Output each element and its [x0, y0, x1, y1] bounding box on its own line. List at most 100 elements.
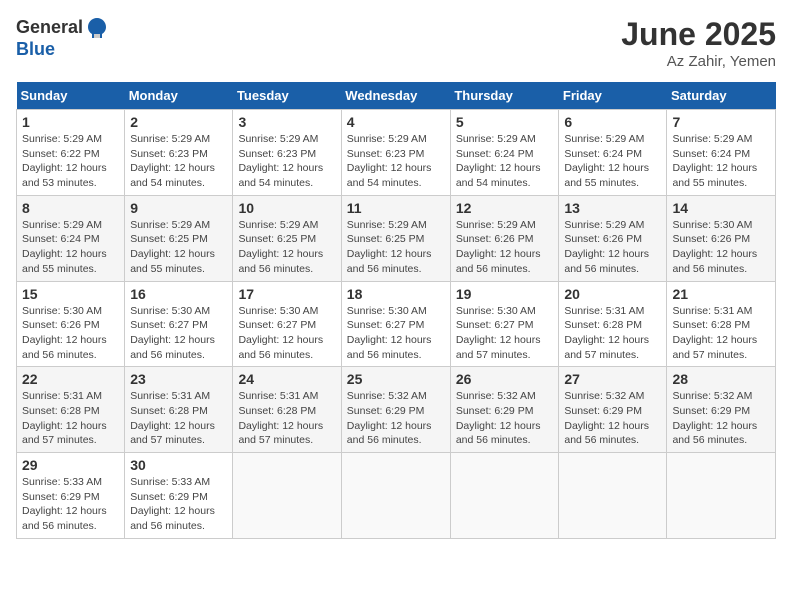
day-info: Sunrise: 5:29 AMSunset: 6:24 PMDaylight:…	[456, 133, 541, 189]
day-info: Sunrise: 5:29 AMSunset: 6:23 PMDaylight:…	[130, 133, 215, 189]
calendar-table: Sunday Monday Tuesday Wednesday Thursday…	[16, 82, 776, 539]
day-info: Sunrise: 5:29 AMSunset: 6:25 PMDaylight:…	[347, 219, 432, 275]
day-info: Sunrise: 5:32 AMSunset: 6:29 PMDaylight:…	[672, 390, 757, 446]
logo-general: General	[16, 18, 83, 38]
day-number: 15	[22, 286, 119, 302]
day-number: 29	[22, 457, 119, 473]
calendar-cell: 4 Sunrise: 5:29 AMSunset: 6:23 PMDayligh…	[341, 110, 450, 196]
calendar-cell: 6 Sunrise: 5:29 AMSunset: 6:24 PMDayligh…	[559, 110, 667, 196]
calendar-cell: 18 Sunrise: 5:30 AMSunset: 6:27 PMDaylig…	[341, 281, 450, 367]
day-number: 8	[22, 200, 119, 216]
calendar-cell: 9 Sunrise: 5:29 AMSunset: 6:25 PMDayligh…	[125, 195, 233, 281]
day-info: Sunrise: 5:31 AMSunset: 6:28 PMDaylight:…	[238, 390, 323, 446]
day-info: Sunrise: 5:32 AMSunset: 6:29 PMDaylight:…	[564, 390, 649, 446]
header-thursday: Thursday	[450, 82, 559, 110]
month-title: June 2025	[621, 16, 776, 53]
day-number: 16	[130, 286, 227, 302]
calendar-week-row: 29 Sunrise: 5:33 AMSunset: 6:29 PMDaylig…	[17, 453, 776, 539]
calendar-cell	[233, 453, 341, 539]
calendar-cell: 2 Sunrise: 5:29 AMSunset: 6:23 PMDayligh…	[125, 110, 233, 196]
page-header: General Blue June 2025 Az Zahir, Yemen	[16, 16, 776, 70]
logo-blue: Blue	[16, 39, 55, 59]
calendar-week-row: 8 Sunrise: 5:29 AMSunset: 6:24 PMDayligh…	[17, 195, 776, 281]
calendar-cell	[341, 453, 450, 539]
day-info: Sunrise: 5:31 AMSunset: 6:28 PMDaylight:…	[130, 390, 215, 446]
calendar-cell	[667, 453, 776, 539]
header-monday: Monday	[125, 82, 233, 110]
calendar-cell: 12 Sunrise: 5:29 AMSunset: 6:26 PMDaylig…	[450, 195, 559, 281]
calendar-cell: 13 Sunrise: 5:29 AMSunset: 6:26 PMDaylig…	[559, 195, 667, 281]
calendar-cell	[559, 453, 667, 539]
calendar-cell: 22 Sunrise: 5:31 AMSunset: 6:28 PMDaylig…	[17, 367, 125, 453]
calendar-cell: 30 Sunrise: 5:33 AMSunset: 6:29 PMDaylig…	[125, 453, 233, 539]
day-number: 1	[22, 114, 119, 130]
calendar-week-row: 15 Sunrise: 5:30 AMSunset: 6:26 PMDaylig…	[17, 281, 776, 367]
header-wednesday: Wednesday	[341, 82, 450, 110]
day-info: Sunrise: 5:31 AMSunset: 6:28 PMDaylight:…	[564, 305, 649, 361]
day-info: Sunrise: 5:29 AMSunset: 6:26 PMDaylight:…	[564, 219, 649, 275]
day-number: 6	[564, 114, 661, 130]
day-number: 18	[347, 286, 445, 302]
day-info: Sunrise: 5:29 AMSunset: 6:24 PMDaylight:…	[672, 133, 757, 189]
day-info: Sunrise: 5:29 AMSunset: 6:24 PMDaylight:…	[22, 219, 107, 275]
calendar-cell: 23 Sunrise: 5:31 AMSunset: 6:28 PMDaylig…	[125, 367, 233, 453]
day-number: 17	[238, 286, 335, 302]
day-number: 10	[238, 200, 335, 216]
logo-icon	[85, 16, 109, 40]
day-number: 5	[456, 114, 554, 130]
calendar-cell: 5 Sunrise: 5:29 AMSunset: 6:24 PMDayligh…	[450, 110, 559, 196]
day-info: Sunrise: 5:30 AMSunset: 6:27 PMDaylight:…	[456, 305, 541, 361]
calendar-cell: 1 Sunrise: 5:29 AMSunset: 6:22 PMDayligh…	[17, 110, 125, 196]
day-number: 25	[347, 371, 445, 387]
day-info: Sunrise: 5:29 AMSunset: 6:22 PMDaylight:…	[22, 133, 107, 189]
day-number: 19	[456, 286, 554, 302]
day-info: Sunrise: 5:32 AMSunset: 6:29 PMDaylight:…	[456, 390, 541, 446]
day-info: Sunrise: 5:32 AMSunset: 6:29 PMDaylight:…	[347, 390, 432, 446]
day-number: 7	[672, 114, 770, 130]
day-info: Sunrise: 5:33 AMSunset: 6:29 PMDaylight:…	[22, 476, 107, 532]
calendar-week-row: 22 Sunrise: 5:31 AMSunset: 6:28 PMDaylig…	[17, 367, 776, 453]
calendar-cell	[450, 453, 559, 539]
weekday-header-row: Sunday Monday Tuesday Wednesday Thursday…	[17, 82, 776, 110]
day-number: 27	[564, 371, 661, 387]
calendar-cell: 7 Sunrise: 5:29 AMSunset: 6:24 PMDayligh…	[667, 110, 776, 196]
day-info: Sunrise: 5:30 AMSunset: 6:27 PMDaylight:…	[347, 305, 432, 361]
title-area: June 2025 Az Zahir, Yemen	[621, 16, 776, 70]
day-info: Sunrise: 5:30 AMSunset: 6:27 PMDaylight:…	[130, 305, 215, 361]
calendar-cell: 16 Sunrise: 5:30 AMSunset: 6:27 PMDaylig…	[125, 281, 233, 367]
day-info: Sunrise: 5:31 AMSunset: 6:28 PMDaylight:…	[22, 390, 107, 446]
day-info: Sunrise: 5:29 AMSunset: 6:25 PMDaylight:…	[238, 219, 323, 275]
day-info: Sunrise: 5:29 AMSunset: 6:23 PMDaylight:…	[238, 133, 323, 189]
day-info: Sunrise: 5:29 AMSunset: 6:25 PMDaylight:…	[130, 219, 215, 275]
day-info: Sunrise: 5:29 AMSunset: 6:26 PMDaylight:…	[456, 219, 541, 275]
calendar-cell: 15 Sunrise: 5:30 AMSunset: 6:26 PMDaylig…	[17, 281, 125, 367]
calendar-cell: 11 Sunrise: 5:29 AMSunset: 6:25 PMDaylig…	[341, 195, 450, 281]
location-title: Az Zahir, Yemen	[621, 53, 776, 70]
day-number: 28	[672, 371, 770, 387]
day-number: 2	[130, 114, 227, 130]
day-number: 14	[672, 200, 770, 216]
day-number: 21	[672, 286, 770, 302]
day-number: 9	[130, 200, 227, 216]
calendar-cell: 28 Sunrise: 5:32 AMSunset: 6:29 PMDaylig…	[667, 367, 776, 453]
day-number: 3	[238, 114, 335, 130]
day-number: 4	[347, 114, 445, 130]
header-friday: Friday	[559, 82, 667, 110]
calendar-cell: 17 Sunrise: 5:30 AMSunset: 6:27 PMDaylig…	[233, 281, 341, 367]
day-info: Sunrise: 5:30 AMSunset: 6:26 PMDaylight:…	[672, 219, 757, 275]
day-number: 22	[22, 371, 119, 387]
day-number: 20	[564, 286, 661, 302]
calendar-cell: 29 Sunrise: 5:33 AMSunset: 6:29 PMDaylig…	[17, 453, 125, 539]
calendar-cell: 21 Sunrise: 5:31 AMSunset: 6:28 PMDaylig…	[667, 281, 776, 367]
day-number: 24	[238, 371, 335, 387]
header-saturday: Saturday	[667, 82, 776, 110]
calendar-cell: 25 Sunrise: 5:32 AMSunset: 6:29 PMDaylig…	[341, 367, 450, 453]
day-number: 13	[564, 200, 661, 216]
calendar-cell: 27 Sunrise: 5:32 AMSunset: 6:29 PMDaylig…	[559, 367, 667, 453]
day-info: Sunrise: 5:31 AMSunset: 6:28 PMDaylight:…	[672, 305, 757, 361]
header-sunday: Sunday	[17, 82, 125, 110]
header-tuesday: Tuesday	[233, 82, 341, 110]
calendar-cell: 20 Sunrise: 5:31 AMSunset: 6:28 PMDaylig…	[559, 281, 667, 367]
calendar-cell: 14 Sunrise: 5:30 AMSunset: 6:26 PMDaylig…	[667, 195, 776, 281]
day-number: 30	[130, 457, 227, 473]
